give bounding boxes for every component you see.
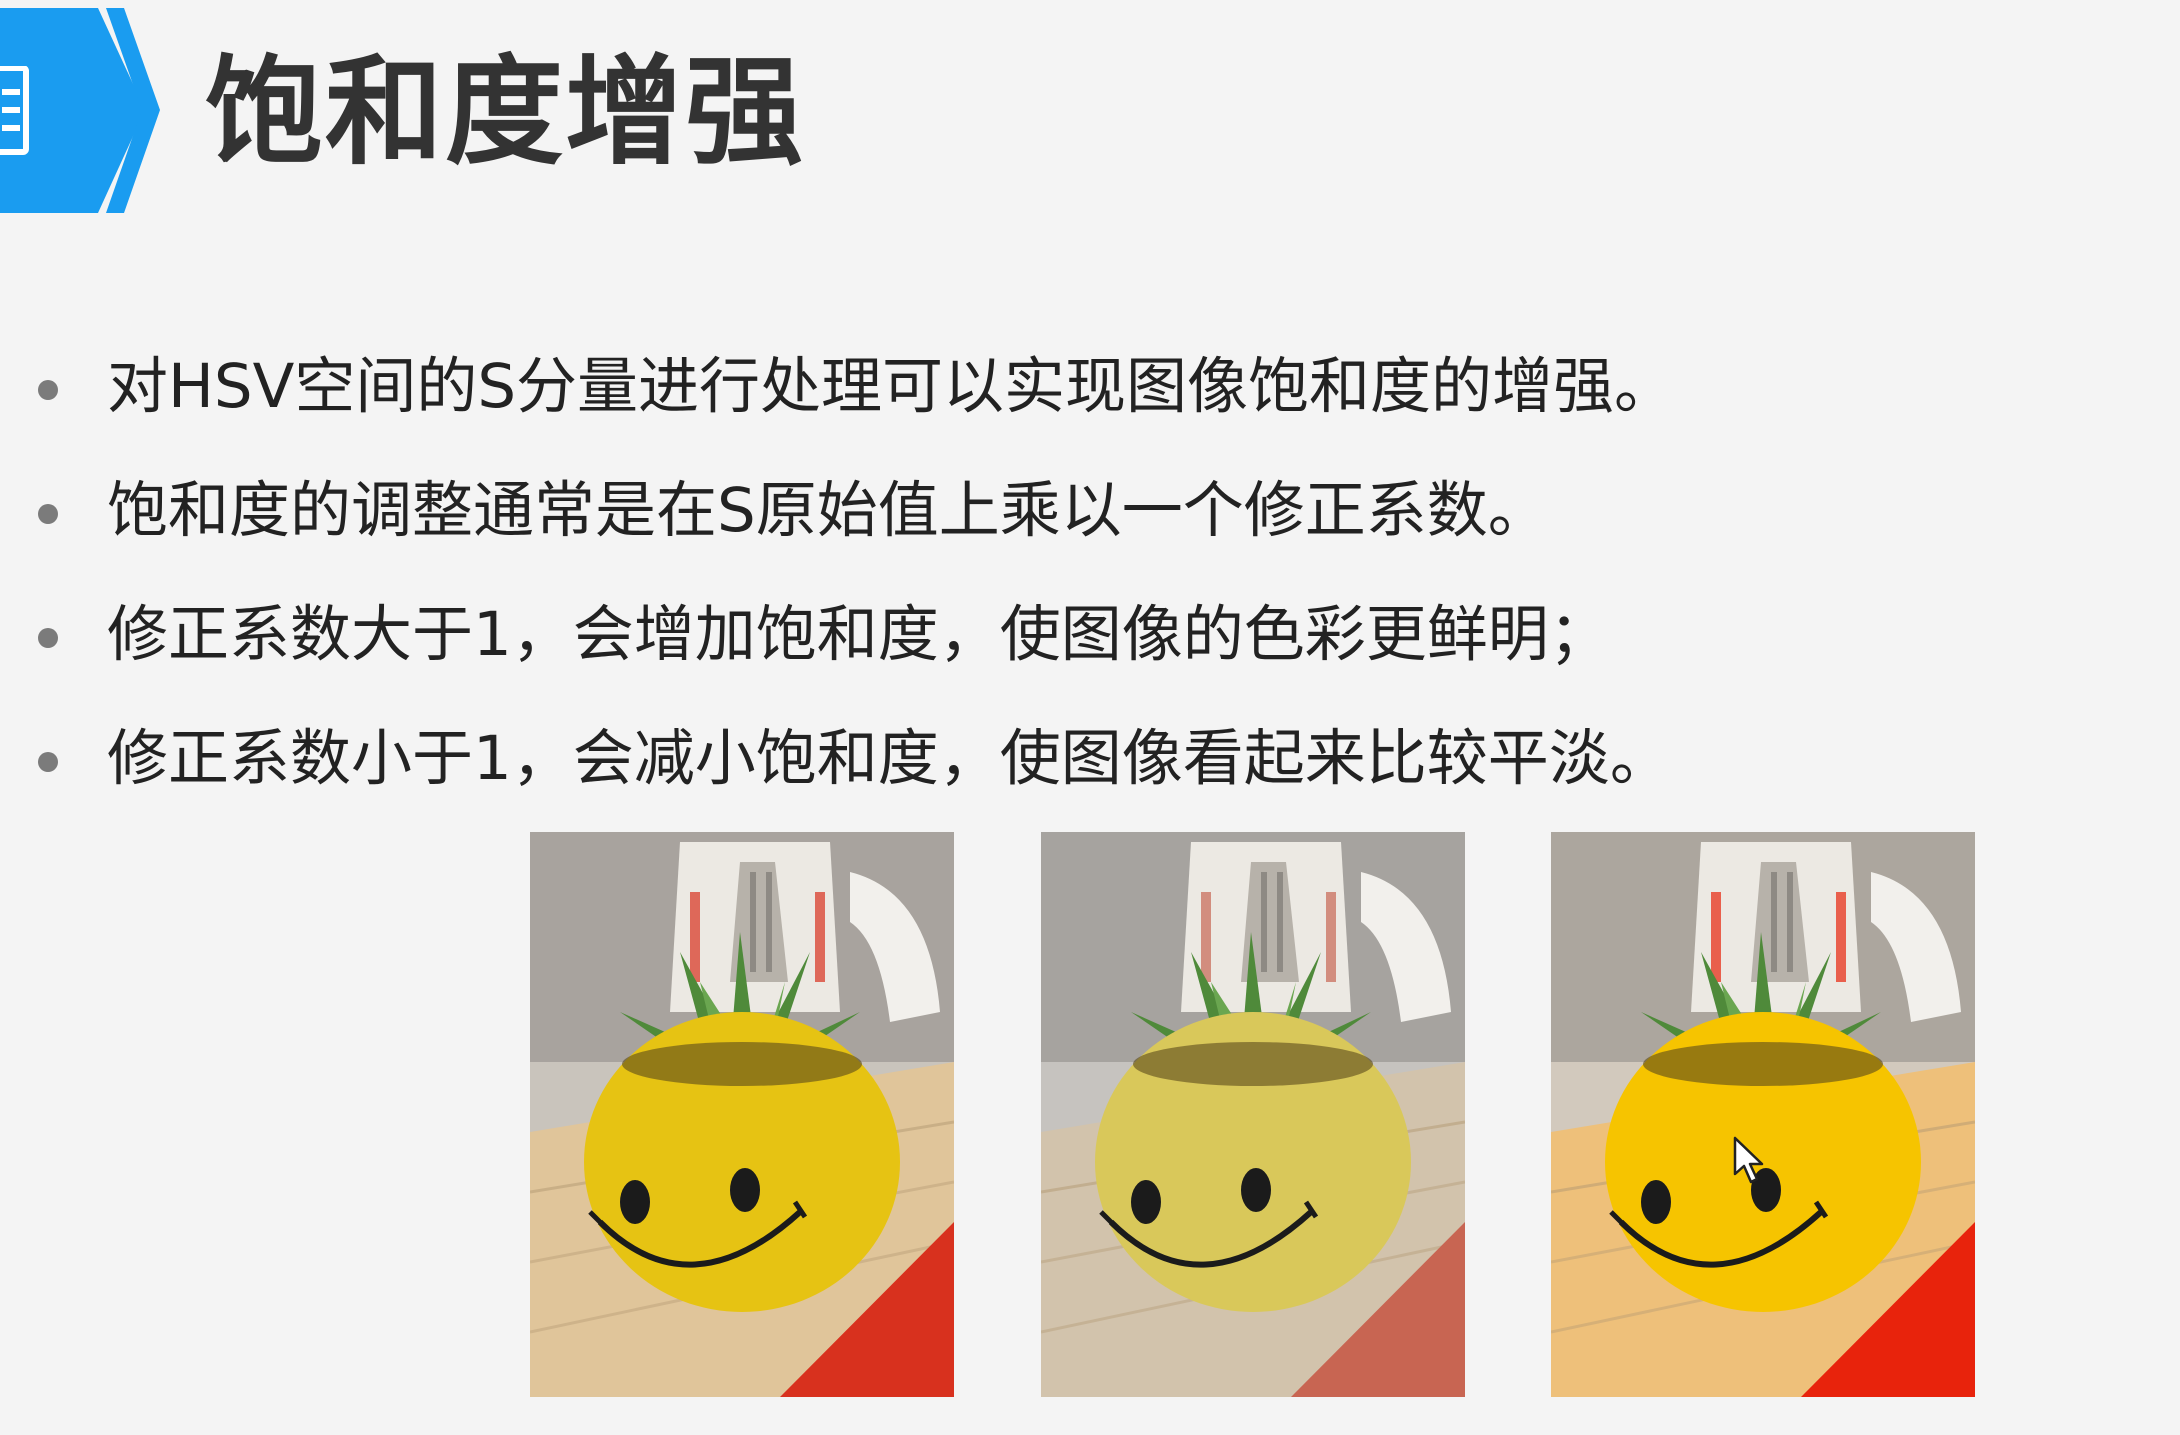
bullet-text: 修正系数小于1，会减小饱和度，使图像看起来比较平淡。 — [107, 723, 1671, 794]
document-icon — [0, 66, 29, 155]
bullet-text: 对HSV空间的S分量进行处理可以实现图像饱和度的增强。 — [107, 351, 1676, 422]
bullet-item: 修正系数大于1，会增加饱和度，使图像的色彩更鲜明； — [35, 573, 1675, 697]
photo-saturated — [1551, 832, 1975, 1397]
bullet-list: 对HSV空间的S分量进行处理可以实现图像饱和度的增强。 饱和度的调整通常是在S原… — [35, 325, 1675, 821]
bullet-dot — [38, 380, 58, 400]
bullet-text: 饱和度的调整通常是在S原始值上乘以一个修正系数。 — [107, 475, 1549, 546]
bullet-item: 对HSV空间的S分量进行处理可以实现图像饱和度的增强。 — [35, 325, 1675, 449]
bullet-dot — [38, 628, 58, 648]
photo-desaturated — [1041, 832, 1465, 1397]
slide-title: 饱和度增强 — [205, 43, 806, 181]
bullet-dot — [38, 752, 58, 772]
bullet-text: 修正系数大于1，会增加饱和度，使图像的色彩更鲜明； — [107, 599, 1610, 670]
bullet-item: 饱和度的调整通常是在S原始值上乘以一个修正系数。 — [35, 449, 1675, 573]
bullet-item: 修正系数小于1，会减小饱和度，使图像看起来比较平淡。 — [35, 697, 1675, 821]
mouse-pointer-icon — [1733, 1136, 1764, 1184]
bullet-dot — [38, 504, 58, 524]
photo-original — [530, 832, 954, 1397]
header-badge — [0, 8, 160, 213]
